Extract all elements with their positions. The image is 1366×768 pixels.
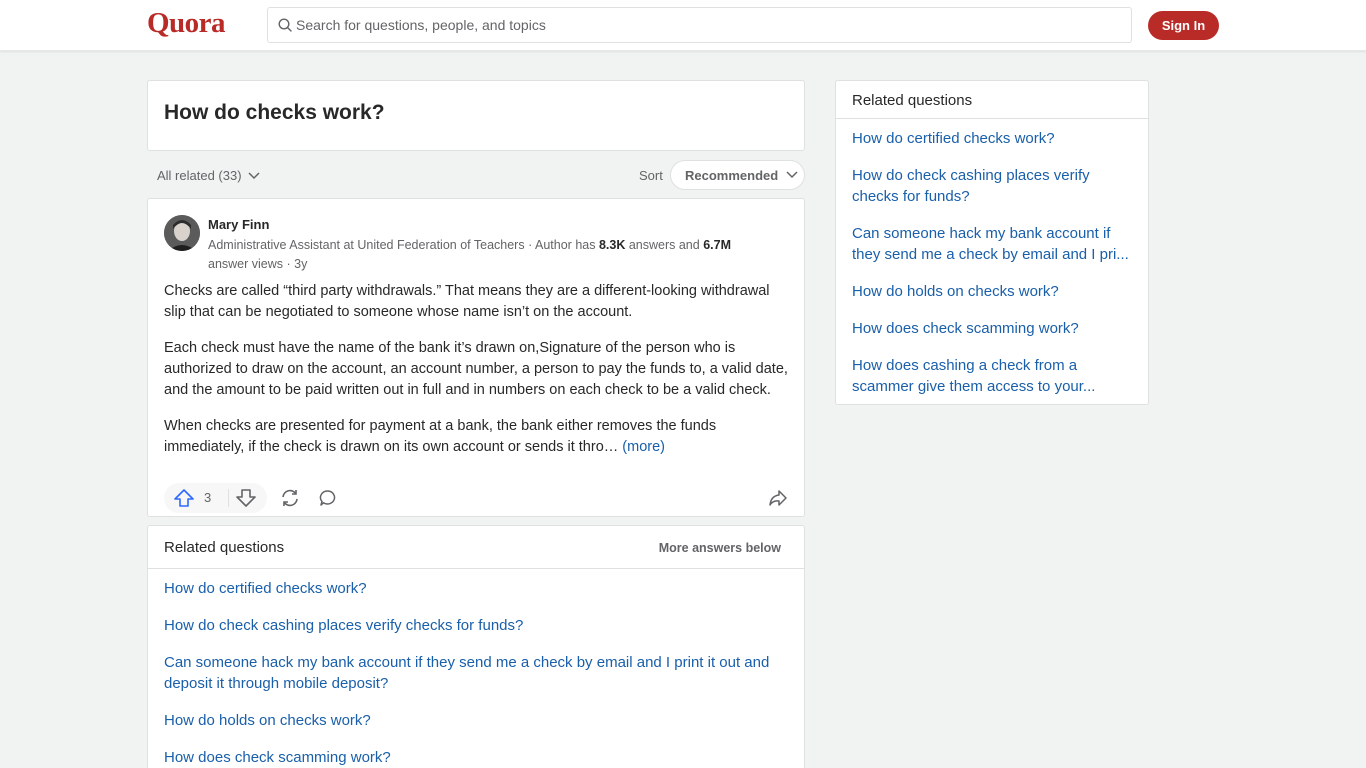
quora-logo[interactable]: Quora xyxy=(147,7,226,40)
search-input[interactable] xyxy=(296,8,1116,42)
chevron-down-icon xyxy=(248,171,260,179)
answer-actions: 3 xyxy=(164,483,792,513)
more-link[interactable]: (more) xyxy=(622,439,665,455)
related-title: Related questions xyxy=(164,539,285,556)
answer-body: Checks are called “third party withdrawa… xyxy=(164,281,794,473)
avatar[interactable] xyxy=(164,215,200,251)
sidebar-question-link[interactable]: How does check scamming work? xyxy=(852,318,1134,339)
sign-in-button[interactable]: Sign In xyxy=(1148,11,1219,40)
sort-value: Recommended xyxy=(685,167,779,183)
related-questions-sidebar: Related questions How do certified check… xyxy=(835,80,1149,405)
related-questions-main: Related questions More answers below How… xyxy=(147,525,805,768)
sidebar-question-link[interactable]: How do certified checks work? xyxy=(852,128,1134,149)
answer-card: Mary Finn Administrative Assistant at Un… xyxy=(147,198,805,517)
credential-text: answer views · 3y xyxy=(208,257,308,271)
sidebar-list: How do certified checks work? How do che… xyxy=(852,128,1134,413)
answers-count: 8.3K xyxy=(598,238,626,252)
upvote-icon[interactable] xyxy=(174,489,194,507)
answer-filter-bar: All related (33) Sort Recommended xyxy=(147,160,805,190)
credential-text: Administrative Assistant at United Feder… xyxy=(208,238,599,252)
sidebar-question-link[interactable]: Can someone hack my bank account if they… xyxy=(852,223,1134,265)
sidebar-title: Related questions xyxy=(852,92,973,109)
author-credential: Administrative Assistant at United Feder… xyxy=(208,236,768,274)
chevron-down-icon xyxy=(786,171,798,179)
credential-text: answers and xyxy=(625,238,704,252)
vote-pill: 3 xyxy=(164,483,267,513)
reshare-icon[interactable] xyxy=(280,489,300,507)
question-title: How do checks work? xyxy=(164,101,385,124)
all-related-label: All related (33) xyxy=(157,168,242,183)
comment-icon[interactable] xyxy=(319,489,337,507)
related-list: How do certified checks work? How do che… xyxy=(164,578,784,768)
all-related-dropdown[interactable]: All related (33) xyxy=(157,168,260,183)
more-answers-below: More answers below xyxy=(658,541,781,555)
search-box[interactable] xyxy=(267,7,1132,43)
vote-divider xyxy=(228,489,229,507)
related-question-link[interactable]: How do holds on checks work? xyxy=(164,710,784,731)
author-name[interactable]: Mary Finn xyxy=(208,217,269,232)
answer-paragraph: Checks are called “third party withdrawa… xyxy=(164,283,770,320)
sidebar-question-link[interactable]: How does cashing a check from a scammer … xyxy=(852,355,1134,397)
sort-dropdown[interactable]: Recommended xyxy=(670,160,805,190)
answer-paragraph: When checks are presented for payment at… xyxy=(164,416,794,458)
views-count: 6.7M xyxy=(703,238,731,252)
sidebar-question-link[interactable]: How do holds on checks work? xyxy=(852,281,1134,302)
search-icon xyxy=(278,18,292,32)
related-question-link[interactable]: How do check cashing places verify check… xyxy=(164,615,784,636)
related-question-link[interactable]: Can someone hack my bank account if they… xyxy=(164,652,784,694)
sidebar-question-link[interactable]: How do check cashing places verify check… xyxy=(852,165,1134,207)
top-nav-bar: Quora Sign In xyxy=(0,0,1366,51)
downvote-icon[interactable] xyxy=(236,489,256,507)
related-question-link[interactable]: How does check scamming work? xyxy=(164,747,784,768)
answer-paragraph: Each check must have the name of the ban… xyxy=(164,340,788,398)
related-question-link[interactable]: How do certified checks work? xyxy=(164,578,784,599)
upvote-count: 3 xyxy=(204,490,212,505)
question-card: How do checks work? xyxy=(147,80,805,151)
share-icon[interactable] xyxy=(768,489,788,507)
sort-label: Sort xyxy=(639,168,663,183)
related-header: Related questions More answers below xyxy=(148,526,804,569)
sidebar-header: Related questions xyxy=(836,81,1148,119)
